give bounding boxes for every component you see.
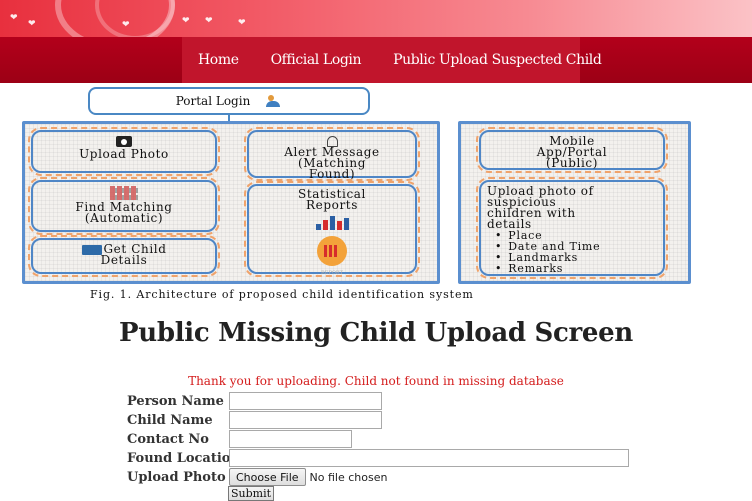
heart-icon: ❤ xyxy=(28,19,36,29)
stats-sublabel: Reports xyxy=(306,198,358,212)
file-status-text: No file chosen xyxy=(309,470,388,484)
bar-chart-icon xyxy=(312,214,352,230)
photo-grid-icon xyxy=(110,186,138,200)
list-item: Remarks xyxy=(495,263,663,274)
portal-login-box: Portal Login xyxy=(88,87,370,115)
nav-official-login-link[interactable]: Official Login xyxy=(255,52,378,68)
camera-icon xyxy=(116,136,132,147)
nav-public-upload-link[interactable]: Public Upload Suspected Child xyxy=(377,52,617,68)
header-banner: ❤ ❤ ❤ ❤ ❤ ❤ xyxy=(0,0,752,37)
upload-photo-label: Upload Photo xyxy=(79,147,169,161)
nav-menu: Home Official Login Public Upload Suspec… xyxy=(182,37,602,83)
found-location-input[interactable] xyxy=(229,449,629,467)
contact-no-label: Contact No xyxy=(127,431,209,447)
architecture-figure: Portal Login Upload Photo Find Matching … xyxy=(0,83,752,305)
heart-icon: ❤ xyxy=(182,16,190,26)
child-name-input[interactable] xyxy=(229,411,382,429)
status-message: Thank you for uploading. Child not found… xyxy=(188,374,564,388)
get-child-sublabel: Details xyxy=(100,253,148,267)
heart-icon: ❤ xyxy=(238,18,246,28)
main-navbar: Home Official Login Public Upload Suspec… xyxy=(0,37,752,83)
mobile-sublabel-2: (Public) xyxy=(545,156,599,170)
upload-photo-row: Upload Photo Choose File No file chosen xyxy=(127,468,387,486)
person-name-input[interactable] xyxy=(229,392,382,410)
heart-icon: ❤ xyxy=(122,20,130,30)
page-title: Public Missing Child Upload Screen xyxy=(118,318,634,348)
choose-file-button[interactable]: Choose File xyxy=(229,468,306,486)
mobile-panel: Mobile App/Portal (Public) Upload photo … xyxy=(458,121,691,284)
person-name-row: Person Name xyxy=(127,392,382,410)
found-location-label: Found Location xyxy=(127,450,240,466)
child-name-label: Child Name xyxy=(127,412,213,428)
upload-photo-label: Upload Photo xyxy=(127,469,226,485)
find-matching-sublabel: (Automatic) xyxy=(84,211,164,225)
contact-no-input[interactable] xyxy=(229,430,352,448)
contact-no-row: Contact No xyxy=(127,430,352,448)
mobile-app-box: Mobile App/Portal (Public) xyxy=(476,127,668,173)
heart-icon: ❤ xyxy=(10,13,18,23)
id-card-icon xyxy=(81,244,102,255)
found-location-row: Found Location xyxy=(127,449,629,467)
alert-sublabel-2: Found) xyxy=(308,167,356,181)
details-list: Place Date and Time Landmarks Remarks xyxy=(487,230,663,274)
report-icon xyxy=(317,236,347,266)
report-icon-label: REPORT xyxy=(321,270,343,276)
file-picker: Choose File No file chosen xyxy=(229,468,387,486)
upload-suspicious-box: Upload photo of suspicious children with… xyxy=(476,177,668,279)
figure-caption: Fig. 1. Architecture of proposed child i… xyxy=(90,288,474,301)
upload-photo-box: Upload Photo xyxy=(28,127,220,176)
person-name-label: Person Name xyxy=(127,393,224,409)
get-child-details-box: Get Child Details xyxy=(28,235,220,277)
statistical-reports-box: Statistical Reports REPORT xyxy=(244,181,420,277)
heart-icon: ❤ xyxy=(205,16,213,26)
user-icon xyxy=(266,95,282,107)
submit-button[interactable]: Submit xyxy=(228,486,275,501)
portal-login-label: Portal Login xyxy=(175,94,251,108)
portal-panel: Upload Photo Find Matching (Automatic) G… xyxy=(22,121,440,284)
alert-message-box: Alert Message (Matching Found) xyxy=(244,127,420,181)
nav-home-link[interactable]: Home xyxy=(182,52,255,68)
child-name-row: Child Name xyxy=(127,411,382,429)
find-matching-box: Find Matching (Automatic) xyxy=(28,177,220,235)
